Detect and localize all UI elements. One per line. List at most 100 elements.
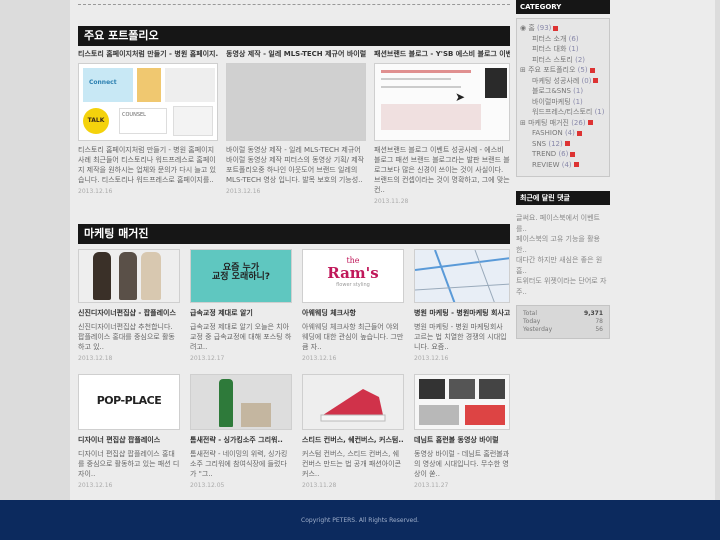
category-item[interactable]: SNS (12) — [520, 139, 606, 150]
portfolio-card-title[interactable]: 티스토리 홈페이지처럼 만들기 - 병원 홈페이지.. — [78, 50, 218, 59]
category-label[interactable]: 블로그&SNS — [532, 87, 571, 95]
category-item[interactable]: ⊞ 주요 포트폴리오 (5) — [520, 65, 606, 76]
magazine-card-title[interactable]: 아웨웨딩 체크사항 — [302, 309, 404, 318]
category-item[interactable]: REVIEW (4) — [520, 160, 606, 171]
category-label[interactable]: FASHION — [532, 129, 563, 137]
magazine-card-1[interactable]: 신진디자이너편집샵 - 팝플레이스 신진디자이너편집샵 추천합니다. 팝플레이스… — [78, 249, 180, 363]
magazine-card-desc: 신진디자이너편집샵 추천합니다. 팝플레이스 홍대를 중심으로 활동하고 있.. — [78, 323, 175, 351]
category-label[interactable]: 피터스 스토리 — [532, 56, 573, 64]
category-label[interactable]: 워드프레스/티스토리 — [532, 108, 592, 116]
magazine-card-title[interactable]: 스티드 컨버스, 쉐컨버스, 커스텀.. — [302, 436, 404, 445]
recent-comment-item[interactable]: 페이스북의 고유 기능을 활용한.. — [516, 234, 610, 255]
thumb-dark-block — [485, 68, 507, 98]
category-item[interactable]: 피터스 스토리 (2) — [520, 55, 606, 66]
category-label[interactable]: 마케팅 성공사례 — [532, 77, 579, 85]
magazine-card-4[interactable]: 병원 마케팅 - 병원마케팅 회사고.. 병원 마케팅 - 병원 마케팅회사 고… — [414, 249, 510, 363]
stat-value: 56 — [595, 326, 603, 333]
category-label[interactable]: 홈 — [528, 24, 534, 32]
recent-comment-item[interactable]: 글써요. 페이스북에서 이벤트를.. — [516, 213, 610, 234]
magazine-card-title[interactable]: 급속교정 제대로 알기 — [190, 309, 292, 318]
magazine-card-desc: 병원 마케팅 - 병원 마케팅회사 고르는 법 치열한 경쟁의 시대입니다. 요… — [414, 323, 507, 351]
portfolio-card-2[interactable]: 동영상 제작 - 일레 MLS-TECH 제규어 바이럴.. 바이럴 동영상 제… — [226, 50, 366, 196]
category-item[interactable]: ⊞ 마케팅 매거진 (26) — [520, 118, 606, 129]
category-item[interactable]: 워드프레스/티스토리 (1) — [520, 107, 606, 118]
recent-comment-item[interactable]: 대다간 하지만 새심은 좋은 원 — [516, 255, 610, 266]
category-item[interactable]: 피터스 소개 (6) — [520, 34, 606, 45]
thumb-table — [241, 403, 271, 427]
magazine-card-title[interactable]: 신진디자이너편집샵 - 팝플레이스 — [78, 309, 180, 318]
expand-icon[interactable]: ⊞ — [520, 66, 528, 74]
recent-comment-item[interactable]: 흠.. — [516, 266, 610, 277]
category-count: (4) — [564, 129, 575, 137]
new-badge-icon — [570, 151, 576, 157]
magazine-card-title[interactable]: 데님트 홈런볼 동영상 바이럴 — [414, 436, 510, 445]
stat-value: 78 — [595, 318, 603, 325]
magazine-card-8[interactable]: 데님트 홈런볼 동영상 바이럴 동영상 바이럴 - 데님트 홈런볼과의 영상에 … — [414, 374, 510, 490]
category-label[interactable]: SNS — [532, 140, 546, 148]
magazine-card-title[interactable]: 디자이너 편집샵 팝플레이스 — [78, 436, 180, 445]
magazine-thumbnail[interactable] — [78, 249, 180, 303]
magazine-thumbnail[interactable]: POP-PLACE — [78, 374, 180, 430]
counsel-label: COUNSEL — [119, 108, 167, 134]
magazine-card-title[interactable]: 병원 마케팅 - 병원마케팅 회사고.. — [414, 309, 510, 318]
category-label[interactable]: 바이럴마케팅 — [532, 98, 571, 106]
thumb-grey-block — [165, 68, 215, 102]
portfolio-card-title[interactable]: 동영상 제작 - 일레 MLS-TECH 제규어 바이럴.. — [226, 50, 366, 59]
category-label[interactable]: 피터스 대화 — [532, 45, 566, 53]
magazine-thumbnail[interactable] — [190, 374, 292, 430]
magazine-thumbnail[interactable]: the Ram's flower styling — [302, 249, 404, 303]
stat-value: 9,371 — [584, 310, 603, 317]
category-label[interactable]: 마케팅 매거진 — [528, 119, 569, 127]
magazine-card-2[interactable]: 요즘 누가 교정 오래하니? 급속교정 제대로 알기 급속교정 제대로 알기 오… — [190, 249, 292, 363]
thumb-pink-block — [381, 104, 481, 130]
category-item-home[interactable]: ◉ 홈 (93) — [520, 23, 606, 34]
stat-row-today: Today 78 — [523, 318, 603, 326]
portfolio-card-3[interactable]: 패션브랜드 블로그 - Y'SB 에스비 블로그 이벤.. 패션브랜드 블로그 … — [374, 50, 510, 206]
magazine-card-7[interactable]: 스티드 컨버스, 쉐컨버스, 커스텀.. 커스텀 컨버스, 스티드 컨버스, 쉐… — [302, 374, 404, 490]
marketing-heading: 마케팅 매거진 — [78, 224, 510, 244]
magazine-card-5[interactable]: POP-PLACE 디자이너 편집샵 팝플레이스 디자이너 편집샵 팝플레이스 … — [78, 374, 180, 490]
category-item[interactable]: TREND (6) — [520, 149, 606, 160]
magazine-card-desc: 커스텀 컨버스, 스티드 컨버스, 쉐컨버스 만드는 법 공개 패션아이콘 커스… — [302, 450, 402, 478]
thumb-logo-tagline: flower styling — [336, 282, 370, 288]
expand-icon[interactable]: ⊞ — [520, 119, 528, 127]
category-label[interactable]: 주요 포트폴리오 — [528, 66, 575, 74]
thumb-person — [93, 252, 111, 300]
new-badge-icon — [593, 78, 599, 83]
category-item[interactable]: 피터스 대화 (1) — [520, 44, 606, 55]
magazine-card-date: 2013.11.28 — [302, 482, 337, 489]
category-count: (1) — [568, 45, 579, 53]
portfolio-card-1[interactable]: 티스토리 홈페이지처럼 만들기 - 병원 홈페이지.. Connect TALK… — [78, 50, 218, 196]
magazine-card-3[interactable]: the Ram's flower styling 아웨웨딩 체크사항 아웨웨딩 … — [302, 249, 404, 363]
category-count: (2) — [575, 55, 586, 64]
portfolio-thumbnail[interactable] — [374, 63, 510, 141]
category-item[interactable]: FASHION (4) — [520, 128, 606, 139]
portfolio-heading: 주요 포트폴리오 — [78, 26, 510, 46]
category-label[interactable]: TREND — [532, 150, 556, 158]
magazine-thumbnail[interactable]: 요즘 누가 교정 오래하니? — [190, 249, 292, 303]
category-label[interactable]: REVIEW — [532, 161, 559, 169]
recent-comment-item[interactable]: 트위터도 위젯이라는 단어로 자주.. — [516, 276, 610, 297]
portfolio-thumbnail[interactable] — [226, 63, 366, 141]
thumb-person — [141, 252, 161, 300]
thumb-line — [381, 70, 471, 73]
magazine-card-desc: 톰새전략 - 네이밍의 위력, 싱가킹 소주 그리워에 참여식장에 들렀다가 "… — [190, 450, 288, 478]
new-badge-icon — [587, 120, 593, 125]
category-item[interactable]: 블로그&SNS (1) — [520, 86, 606, 97]
magazine-card-6[interactable]: 톰새전략 - 싱가킹소주 그리워.. 톰새전략 - 네이밍의 위력, 싱가킹 소… — [190, 374, 292, 490]
magazine-thumbnail[interactable] — [302, 374, 404, 430]
magazine-card-desc: 디자이너 편집샵 팝플레이스 홍대를 중심으로 활동하고 있는 패션 디자이.. — [78, 450, 180, 478]
magazine-card-title[interactable]: 톰새전략 - 싱가킹소주 그리워.. — [190, 436, 292, 445]
category-count: (0) — [581, 76, 592, 85]
magazine-thumbnail[interactable] — [414, 249, 510, 303]
magazine-thumbnail[interactable] — [414, 374, 510, 430]
stat-row-total: Total 9,371 — [523, 310, 603, 318]
category-label[interactable]: 피터스 소개 — [532, 35, 566, 43]
sneaker-icon — [320, 389, 386, 422]
category-item[interactable]: 바이럴마케팅 (1) — [520, 97, 606, 108]
portfolio-card-title[interactable]: 패션브랜드 블로그 - Y'SB 에스비 블로그 이벤.. — [374, 50, 510, 59]
portfolio-thumbnail[interactable]: Connect TALK COUNSEL — [78, 63, 218, 141]
new-badge-icon — [589, 67, 595, 73]
category-item[interactable]: 마케팅 성공사례 (0) — [520, 76, 606, 87]
stat-label: Yesterday — [523, 326, 553, 333]
